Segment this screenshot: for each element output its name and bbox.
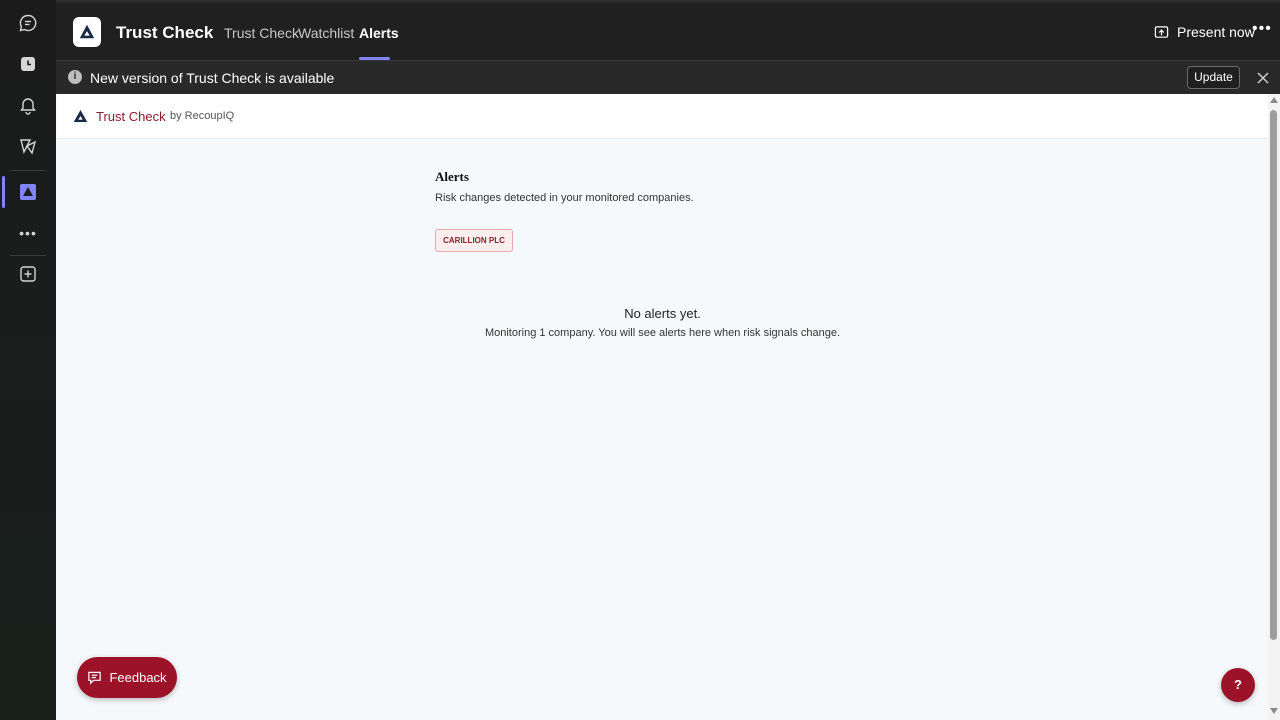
- page-title: Alerts: [435, 169, 469, 184]
- feedback-icon: [88, 671, 102, 685]
- empty-state-title: No alerts yet.: [624, 306, 701, 321]
- calendar-icon[interactable]: [0, 44, 56, 84]
- brand-by-text: by RecoupIQ: [170, 110, 235, 122]
- help-button[interactable]: ?: [1221, 668, 1255, 702]
- page-subtitle: Risk changes detected in your monitored …: [435, 192, 694, 204]
- brand-name: Trust Check: [96, 109, 166, 124]
- scroll-thumb[interactable]: [1270, 110, 1277, 640]
- tab-alerts[interactable]: Alerts: [359, 25, 399, 41]
- shapes-icon[interactable]: [0, 126, 56, 166]
- company-chip[interactable]: CARILLION PLC: [435, 229, 513, 252]
- rail-divider: [10, 170, 46, 171]
- scroll-down-arrow-icon[interactable]: [1270, 708, 1278, 714]
- empty-state-subtitle: Monitoring 1 company. You will see alert…: [484, 327, 841, 339]
- trust-check-app-icon[interactable]: [0, 172, 56, 212]
- close-icon[interactable]: [1253, 68, 1273, 88]
- add-app-icon[interactable]: [0, 254, 56, 294]
- tab-trust-check[interactable]: Trust Check: [224, 25, 299, 41]
- scrollbar[interactable]: [1268, 94, 1280, 720]
- bell-icon[interactable]: [0, 85, 56, 125]
- present-now-label: Present now: [1177, 24, 1255, 40]
- share-screen-icon: [1154, 25, 1169, 38]
- chat-icon[interactable]: [0, 3, 56, 43]
- brand-bar: Trust Check by RecoupIQ: [57, 94, 1268, 139]
- more-apps-icon[interactable]: •••: [0, 213, 56, 253]
- scroll-up-arrow-icon[interactable]: [1270, 97, 1278, 103]
- update-notification-bar: i New version of Trust Check is availabl…: [56, 60, 1280, 94]
- app-logo: [73, 17, 101, 47]
- update-button[interactable]: Update: [1187, 66, 1240, 89]
- app-header: Trust Check Trust Check Watchlist Alerts…: [56, 0, 1280, 60]
- present-now-button[interactable]: Present now: [1154, 24, 1255, 40]
- app-content: Trust Check by RecoupIQ Alerts Risk chan…: [57, 94, 1268, 720]
- app-title: Trust Check: [116, 23, 214, 42]
- notification-text: New version of Trust Check is available: [90, 70, 335, 86]
- tab-watchlist[interactable]: Watchlist: [298, 25, 354, 41]
- feedback-label: Feedback: [109, 670, 167, 685]
- brand-logo-icon: [73, 110, 88, 122]
- feedback-button[interactable]: Feedback: [77, 657, 177, 698]
- app-rail: •••: [0, 0, 56, 720]
- more-options-icon[interactable]: •••: [1252, 20, 1272, 38]
- info-icon: i: [68, 70, 82, 84]
